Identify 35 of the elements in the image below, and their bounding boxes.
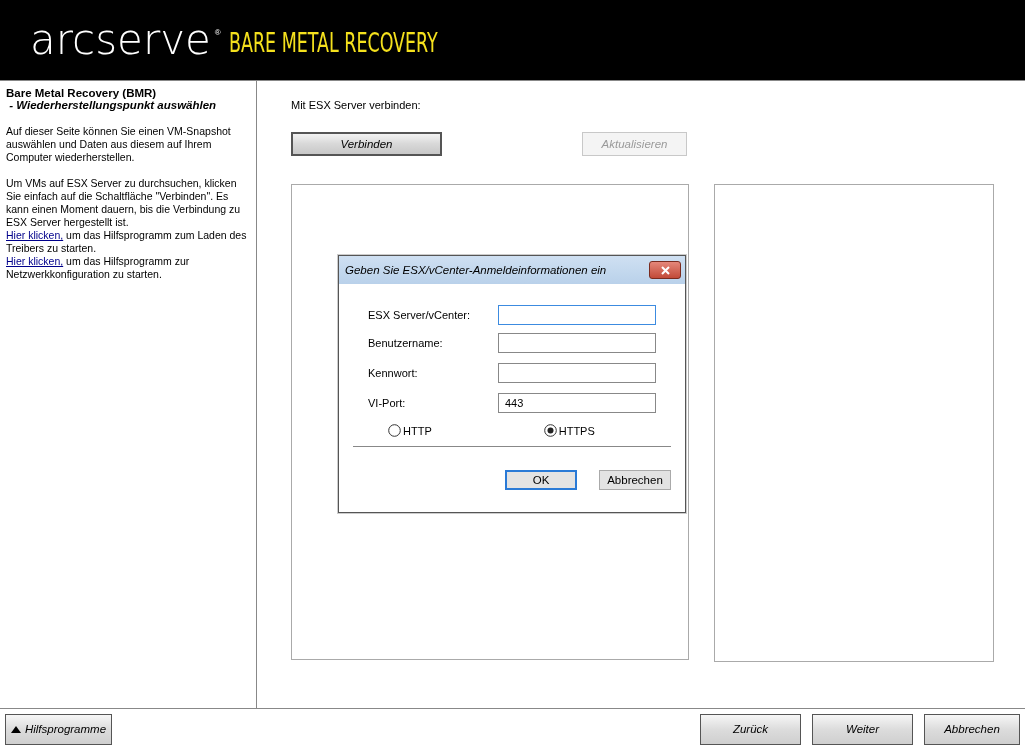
field-label: Benutzername:	[367, 337, 444, 349]
field-label: ESX Server/vCenter:	[367, 309, 472, 321]
close-button[interactable]	[649, 261, 681, 279]
next-button[interactable]: Weiter	[812, 713, 913, 745]
connect-label: Mit ESX Server verbinden:	[291, 99, 422, 111]
radio-label: HTTPS	[558, 424, 595, 437]
registered-mark: ®	[214, 28, 221, 37]
triangle-up-icon	[10, 725, 21, 733]
field-label: VI-Port:	[367, 397, 407, 409]
product-title: BARE METAL RECOVERY	[228, 26, 438, 58]
utilities-button[interactable]: Hilfsprogramme	[5, 713, 112, 745]
dialog-title: Geben Sie ESX/vCenter-Anmeldeinformationen ein	[345, 264, 608, 276]
help-link[interactable]: Hier klicken,	[6, 229, 64, 241]
help-paragraph: Hier klicken, um das Hilfsprogramm zum Laden des Treibers zu starten.	[6, 229, 248, 255]
radio-button[interactable]	[543, 424, 557, 437]
brand-logo-text: arcserve	[30, 19, 211, 61]
input-field[interactable]	[498, 333, 656, 353]
input-field[interactable]	[498, 305, 656, 325]
back-button[interactable]: Zurück	[700, 713, 801, 745]
close-icon	[660, 265, 670, 275]
sidebar-subtitle: - Wiederherstellungspunkt auswählen	[8, 99, 218, 111]
input-field[interactable]: 443	[498, 393, 656, 413]
ok-button[interactable]: OK	[505, 470, 577, 490]
help-paragraph: Um VMs auf ESX Server zu durchsuchen, klicken Sie einfach auf die Schaltfläche "Verbinden". Es kann einen Moment dauern, bis die Verbindung zu ESX Server hergestellt ist.	[6, 177, 242, 229]
radio-button[interactable]	[388, 424, 401, 437]
input-field[interactable]	[498, 363, 656, 383]
field-label: Kennwort:	[367, 367, 419, 379]
sidebar-title: Bare Metal Recovery (BMR)	[6, 87, 158, 99]
help-paragraph: Auf dieser Seite können Sie einen VM-Snapshot auswählen und Daten aus diesem auf Ihrem Computer wiederherstellen.	[6, 125, 232, 164]
radio-label: HTTP	[403, 424, 432, 437]
cancel-button[interactable]: Abbrechen	[924, 713, 1020, 745]
help-link[interactable]: Hier klicken,	[6, 255, 64, 267]
help-paragraph: Hier klicken, um das Hilfsprogramm zur Netzwerkkonfiguration zu starten.	[6, 255, 191, 281]
cancel-button[interactable]: Abbrechen	[599, 470, 671, 490]
connect-button[interactable]: Verbinden	[291, 132, 442, 156]
